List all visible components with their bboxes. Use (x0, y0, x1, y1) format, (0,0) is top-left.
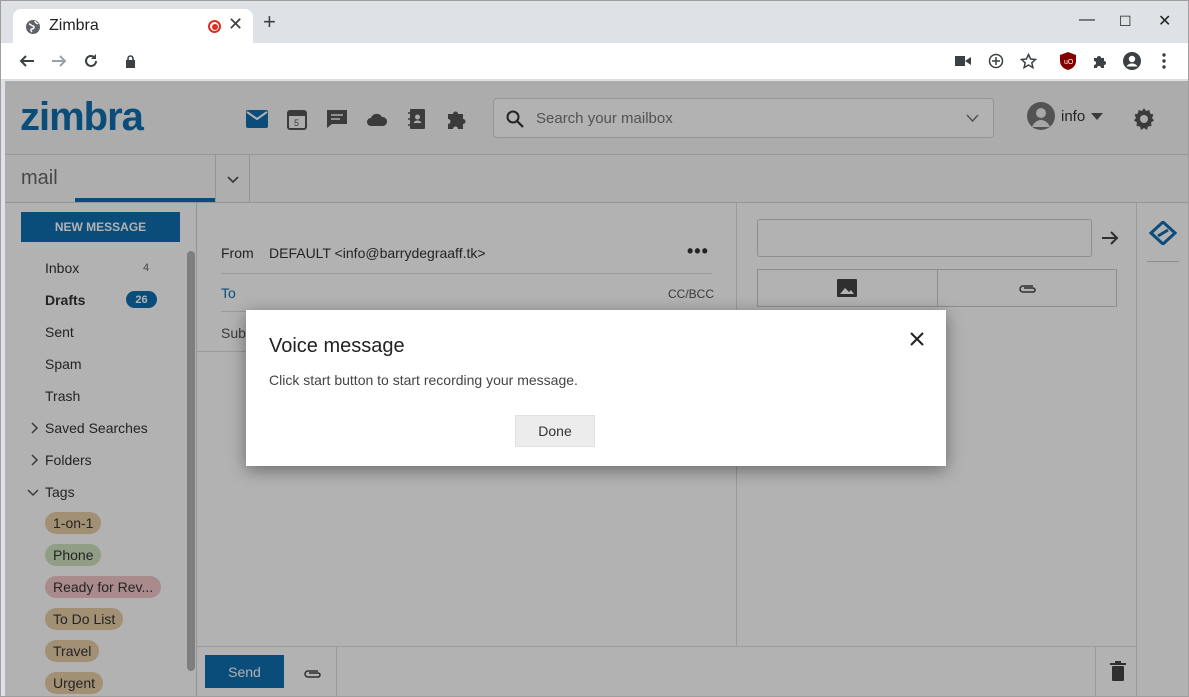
maximize-button[interactable]: ☐ (1119, 13, 1132, 30)
browser-tab[interactable]: Zimbra ✕ (13, 9, 253, 43)
browser-window: Zimbra ✕ + — ☐ ✕ uO zimbra 5 Search your… (0, 0, 1189, 697)
bookmark-star-icon[interactable] (1018, 51, 1038, 71)
install-app-icon[interactable] (986, 51, 1006, 71)
dialog-message: Click start button to start recording yo… (269, 372, 578, 388)
svg-text:uO: uO (1064, 59, 1074, 66)
reload-icon[interactable] (81, 51, 101, 71)
back-icon[interactable] (17, 51, 37, 71)
minimize-button[interactable]: — (1079, 11, 1095, 29)
ublock-icon[interactable]: uO (1058, 51, 1078, 71)
window-close-button[interactable]: ✕ (1158, 11, 1171, 31)
forward-icon[interactable] (49, 51, 69, 71)
lock-icon (126, 55, 135, 68)
address-bar[interactable] (113, 46, 1048, 77)
recording-indicator-icon (208, 20, 221, 33)
globe-icon (26, 20, 40, 34)
close-icon[interactable] (906, 328, 928, 350)
extensions-icon[interactable] (1090, 51, 1110, 71)
dialog-title: Voice message (269, 335, 405, 357)
tab-title: Zimbra (49, 17, 99, 34)
tab-strip: Zimbra ✕ + — ☐ ✕ (1, 1, 1188, 43)
voice-message-dialog: Voice message Click start button to star… (246, 310, 946, 466)
browser-toolbar: uO (1, 43, 1188, 80)
new-tab-button[interactable]: + (263, 11, 276, 33)
done-button[interactable]: Done (515, 415, 595, 447)
profile-icon[interactable] (1122, 51, 1142, 71)
tab-close-icon[interactable]: ✕ (228, 14, 243, 35)
browser-menu-icon[interactable] (1154, 51, 1174, 71)
camera-icon[interactable] (953, 51, 973, 71)
